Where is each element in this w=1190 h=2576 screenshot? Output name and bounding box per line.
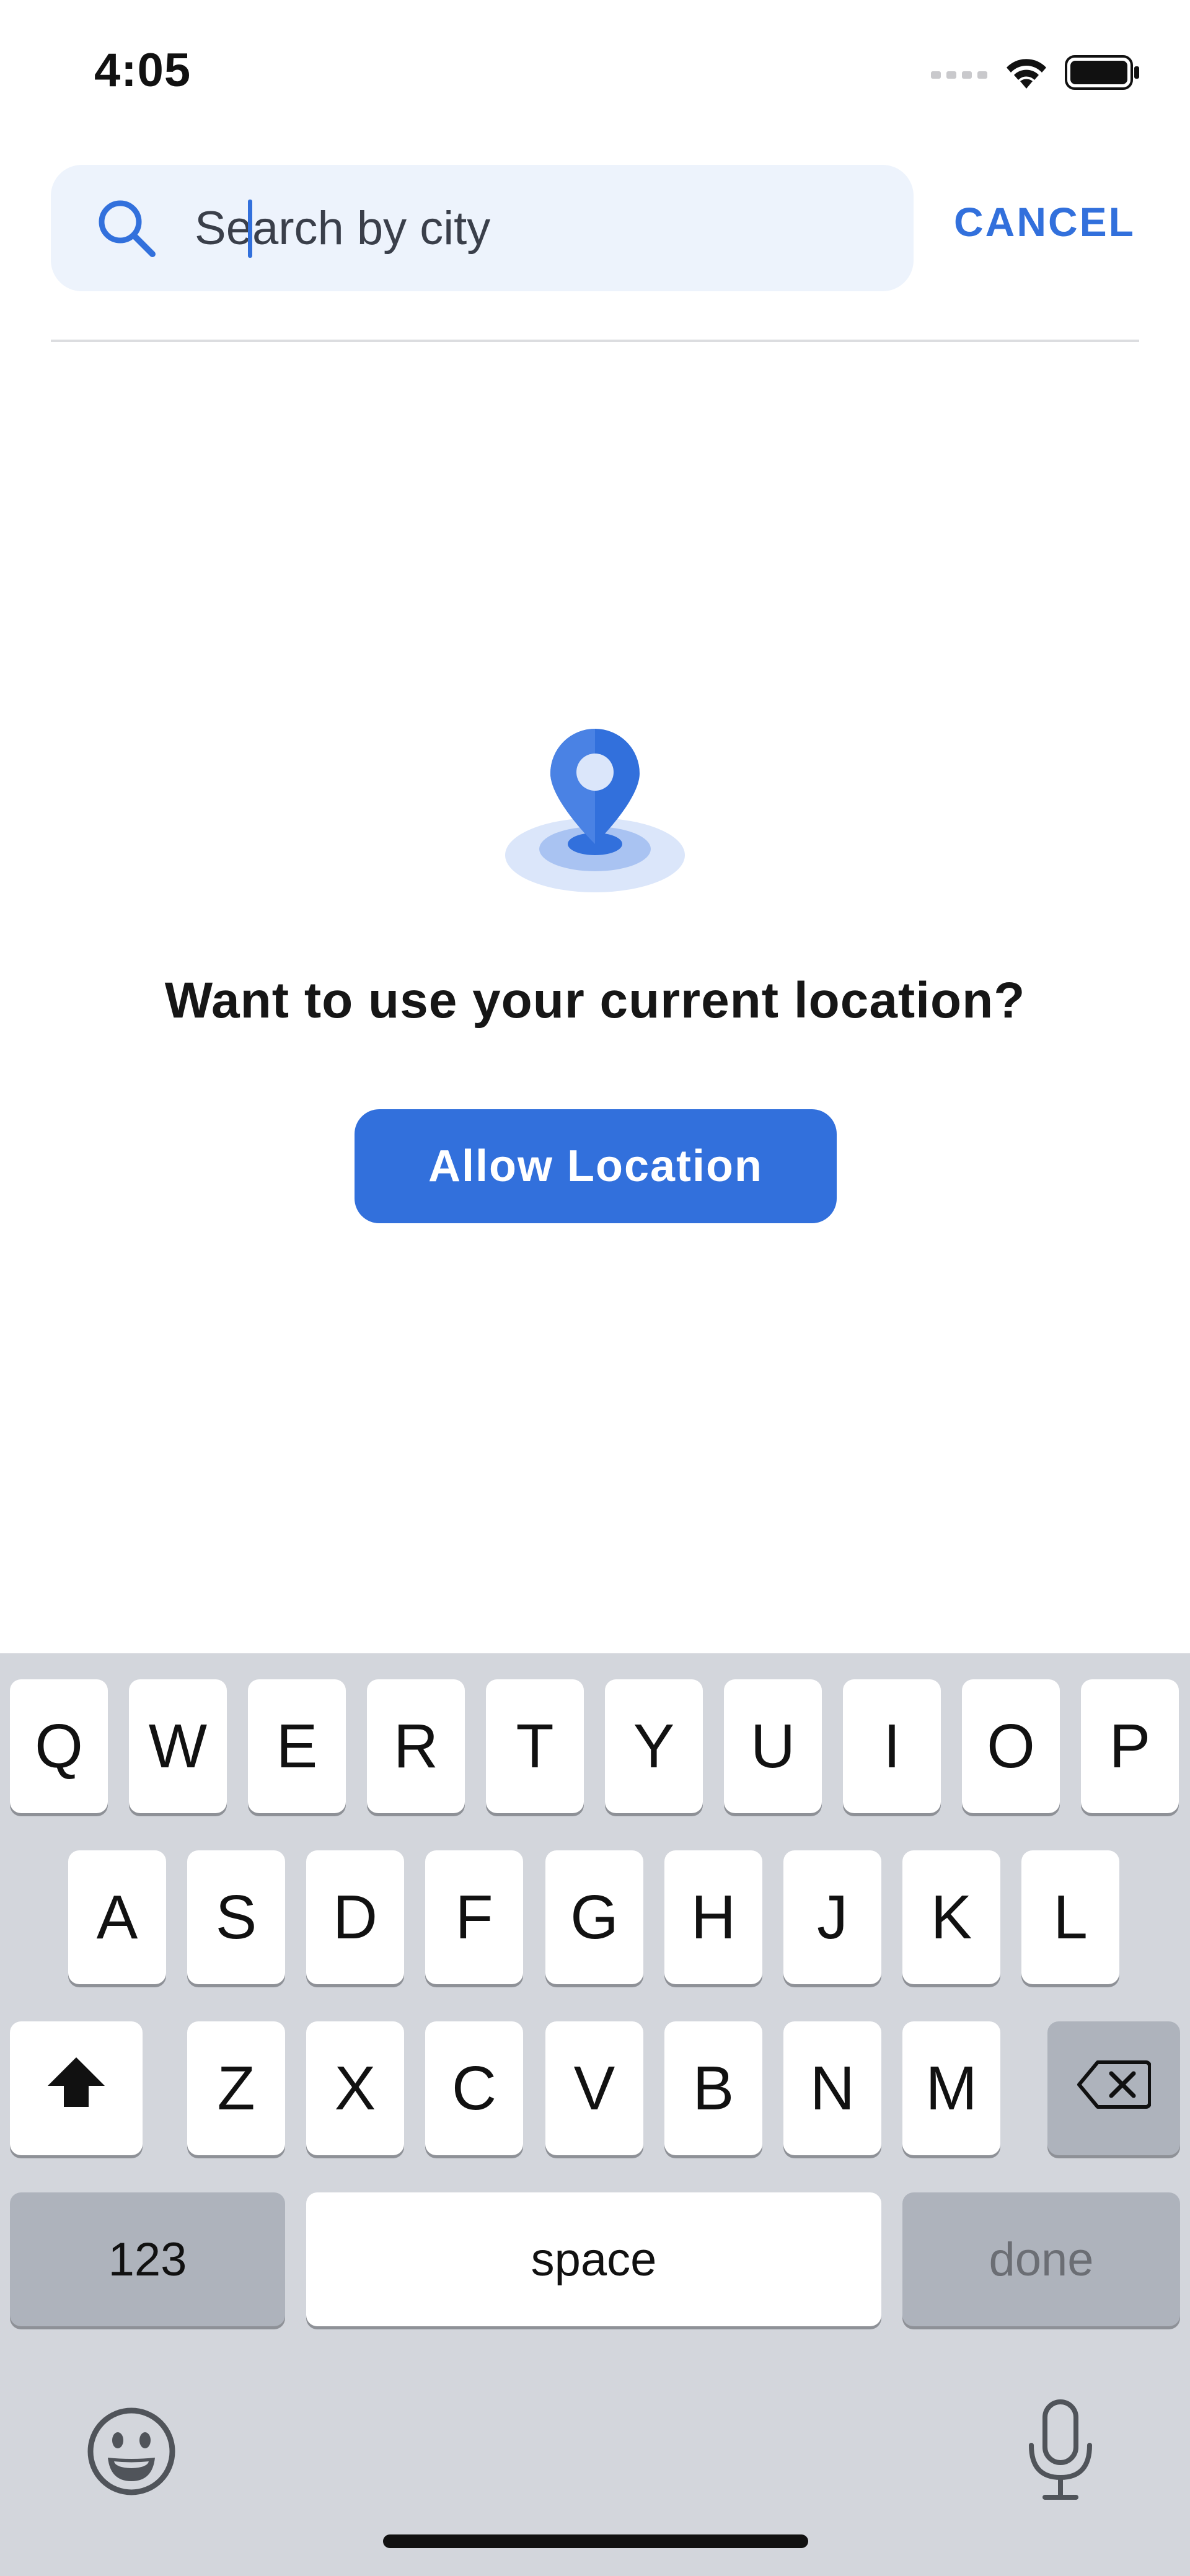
key-z[interactable]: Z — [187, 2021, 285, 2155]
backspace-icon — [1077, 2053, 1152, 2124]
done-key[interactable]: done — [902, 2192, 1180, 2326]
emoji-icon[interactable] — [86, 2406, 177, 2497]
key-x[interactable]: X — [306, 2021, 404, 2155]
key-o[interactable]: O — [962, 1679, 1060, 1813]
key-k[interactable]: K — [902, 1850, 1000, 1984]
status-bar: 4:05 — [0, 0, 1190, 143]
home-indicator[interactable] — [383, 2534, 808, 2548]
search-bar[interactable] — [51, 165, 914, 291]
key-p[interactable]: P — [1081, 1679, 1179, 1813]
key-j[interactable]: J — [783, 1850, 881, 1984]
status-icons — [931, 52, 1140, 95]
text-cursor — [248, 200, 252, 258]
allow-location-button[interactable]: Allow Location — [355, 1109, 837, 1223]
location-prompt: Want to use your current location? — [164, 972, 1026, 1029]
key-l[interactable]: L — [1021, 1850, 1119, 1984]
search-input[interactable] — [140, 190, 828, 266]
key-t[interactable]: T — [486, 1679, 584, 1813]
key-g[interactable]: G — [545, 1850, 643, 1984]
keyboard: Q W E R T Y U I O P A S D F G H J K L Z … — [0, 1653, 1190, 2576]
key-d[interactable]: D — [306, 1850, 404, 1984]
key-r[interactable]: R — [367, 1679, 465, 1813]
key-m[interactable]: M — [902, 2021, 1000, 2155]
key-s[interactable]: S — [187, 1850, 285, 1984]
location-pin-icon — [502, 725, 688, 905]
key-c[interactable]: C — [425, 2021, 523, 2155]
key-a[interactable]: A — [68, 1850, 166, 1984]
microphone-icon[interactable] — [1026, 2399, 1095, 2501]
key-v[interactable]: V — [545, 2021, 643, 2155]
key-e[interactable]: E — [248, 1679, 346, 1813]
key-u[interactable]: U — [724, 1679, 822, 1813]
header-divider — [51, 340, 1139, 342]
numbers-key[interactable]: 123 — [10, 2192, 285, 2326]
cellular-signal-icon — [931, 66, 988, 82]
key-b[interactable]: B — [664, 2021, 762, 2155]
key-q[interactable]: Q — [10, 1679, 108, 1813]
shift-key[interactable] — [10, 2021, 143, 2155]
key-i[interactable]: I — [843, 1679, 941, 1813]
key-y[interactable]: Y — [605, 1679, 703, 1813]
key-n[interactable]: N — [783, 2021, 881, 2155]
space-key[interactable]: space — [306, 2192, 881, 2326]
status-time: 4:05 — [94, 44, 192, 97]
shift-icon — [45, 2053, 107, 2124]
wifi-icon — [1004, 55, 1049, 93]
key-f[interactable]: F — [425, 1850, 523, 1984]
battery-icon — [1065, 55, 1140, 93]
key-h[interactable]: H — [664, 1850, 762, 1984]
key-w[interactable]: W — [129, 1679, 227, 1813]
backspace-key[interactable] — [1047, 2021, 1180, 2155]
cancel-button[interactable]: CANCEL — [954, 198, 1135, 245]
